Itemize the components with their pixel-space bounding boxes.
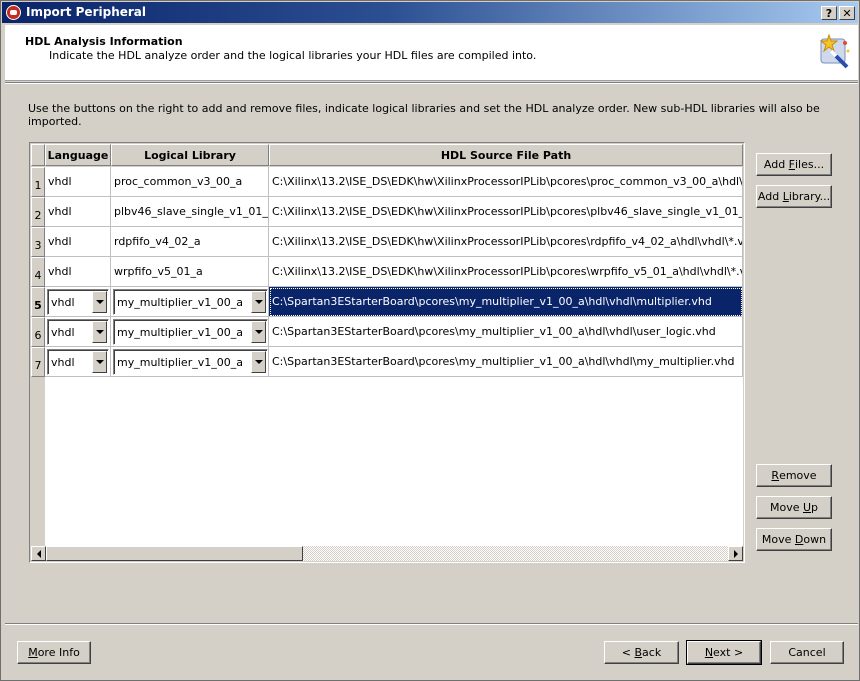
remove-button[interactable]: Remove: [756, 464, 832, 487]
remove-mnemonic: R: [771, 469, 780, 482]
column-header-logical-library[interactable]: Logical Library: [111, 144, 269, 166]
back-label-post: ack: [642, 646, 662, 659]
remove-label-post: emove: [779, 469, 817, 482]
chevron-down-icon[interactable]: [251, 351, 266, 373]
page-subtitle: Indicate the HDL analyze order and the l…: [49, 49, 537, 62]
language-cell[interactable]: vhdl: [45, 227, 111, 257]
move-up-button[interactable]: Move Up: [756, 496, 832, 519]
more-info-label-post: ore Info: [37, 646, 80, 659]
hdl-files-table: Language Logical Library HDL Source File…: [29, 142, 745, 563]
move-down-label-post: own: [803, 533, 827, 546]
close-button[interactable]: ✕: [839, 6, 855, 20]
import-peripheral-dialog: Import Peripheral ? ✕ HDL Analysis Infor…: [0, 0, 860, 681]
table-grid: Language Logical Library HDL Source File…: [31, 144, 743, 546]
library-cell[interactable]: wrpfifo_v5_01_a: [111, 257, 269, 287]
library-value: my_multiplier_v1_00_a: [117, 296, 243, 309]
language-cell[interactable]: vhdl: [45, 257, 111, 287]
corner-header: [31, 144, 45, 166]
language-value: vhdl: [51, 296, 75, 309]
scrollbar-thumb[interactable]: [46, 546, 303, 561]
add-files-button[interactable]: Add Files...: [756, 153, 832, 176]
column-header-source-path[interactable]: HDL Source File Path: [269, 144, 743, 166]
more-info-button[interactable]: More Info: [17, 641, 91, 664]
back-mnemonic: B: [634, 646, 643, 659]
source-path-cell[interactable]: C:\Spartan3EStarterBoard\pcores\my_multi…: [269, 287, 743, 317]
library-value: my_multiplier_v1_00_a: [117, 356, 243, 369]
page-title: HDL Analysis Information: [25, 35, 183, 48]
scrollbar-track[interactable]: [303, 546, 728, 561]
title-bar: Import Peripheral ? ✕: [2, 2, 858, 23]
language-value: vhdl: [51, 356, 75, 369]
library-cell[interactable]: plbv46_slave_single_v1_01_a: [111, 197, 269, 227]
chevron-down-icon[interactable]: [251, 291, 266, 313]
horizontal-scrollbar[interactable]: [31, 546, 743, 561]
chevron-down-icon[interactable]: [92, 351, 107, 373]
language-cell[interactable]: vhdl: [45, 197, 111, 227]
row-header[interactable]: 2: [31, 197, 45, 227]
source-path-cell[interactable]: C:\Spartan3EStarterBoard\pcores\my_multi…: [269, 317, 743, 347]
source-path-cell[interactable]: C:\Xilinx\13.2\ISE_DS\EDK\hw\XilinxProce…: [269, 227, 743, 257]
move-up-label-pre: Move: [769, 501, 803, 514]
library-cell[interactable]: rdpfifo_v4_02_a: [111, 227, 269, 257]
library-dropdown[interactable]: my_multiplier_v1_00_a: [113, 289, 268, 315]
add-files-label-post: iles...: [795, 158, 825, 171]
language-value: vhdl: [51, 326, 75, 339]
language-cell[interactable]: vhdl: [45, 167, 111, 197]
xilinx-app-icon: [6, 5, 21, 20]
source-path-cell[interactable]: C:\Xilinx\13.2\ISE_DS\EDK\hw\XilinxProce…: [269, 257, 743, 287]
source-path-cell[interactable]: C:\Xilinx\13.2\ISE_DS\EDK\hw\XilinxProce…: [269, 167, 743, 197]
table-empty-area: [45, 377, 743, 546]
add-library-label-post: ibrary...: [788, 190, 831, 203]
library-value: my_multiplier_v1_00_a: [117, 326, 243, 339]
library-dropdown[interactable]: my_multiplier_v1_00_a: [113, 319, 268, 345]
row-header[interactable]: 7: [31, 347, 45, 377]
window-title: Import Peripheral: [26, 5, 146, 19]
row-header[interactable]: 1: [31, 167, 45, 197]
back-label-pre: <: [621, 646, 635, 659]
chevron-down-icon[interactable]: [92, 321, 107, 343]
source-path-cell[interactable]: C:\Spartan3EStarterBoard\pcores\my_multi…: [269, 347, 743, 377]
library-dropdown[interactable]: my_multiplier_v1_00_a: [113, 349, 268, 375]
add-files-label-pre: Add: [763, 158, 789, 171]
next-button[interactable]: Next >: [686, 640, 762, 665]
wizard-header: HDL Analysis Information Indicate the HD…: [5, 25, 858, 81]
add-library-label-pre: Add: [757, 190, 783, 203]
chevron-down-icon[interactable]: [92, 291, 107, 313]
move-down-mnemonic: D: [794, 533, 804, 546]
next-label-post: ext >: [713, 646, 744, 659]
more-info-mnemonic: M: [28, 646, 38, 659]
row-header[interactable]: 5: [31, 287, 45, 317]
language-dropdown[interactable]: vhdl: [47, 349, 109, 375]
column-header-language[interactable]: Language: [45, 144, 111, 166]
instructions-text: Use the buttons on the right to add and …: [28, 102, 820, 128]
row-header[interactable]: 3: [31, 227, 45, 257]
move-up-label-post: p: [811, 501, 819, 514]
scroll-right-icon[interactable]: [728, 546, 743, 561]
back-button[interactable]: < Back: [604, 641, 679, 664]
chevron-down-icon[interactable]: [251, 321, 266, 343]
move-down-button[interactable]: Move Down: [756, 528, 832, 551]
row-header[interactable]: 6: [31, 317, 45, 347]
source-path-cell[interactable]: C:\Xilinx\13.2\ISE_DS\EDK\hw\XilinxProce…: [269, 197, 743, 227]
language-dropdown[interactable]: vhdl: [47, 289, 109, 315]
help-button[interactable]: ?: [821, 6, 837, 20]
scroll-left-icon[interactable]: [31, 546, 46, 561]
row-header[interactable]: 4: [31, 257, 45, 287]
cancel-button[interactable]: Cancel: [770, 641, 844, 664]
move-up-mnemonic: U: [802, 501, 812, 514]
wizard-magic-wand-icon: [819, 33, 850, 69]
library-cell[interactable]: proc_common_v3_00_a: [111, 167, 269, 197]
language-dropdown[interactable]: vhdl: [47, 319, 109, 345]
add-library-button[interactable]: Add Library...: [756, 185, 832, 208]
next-mnemonic: N: [704, 646, 714, 659]
footer-divider: [5, 623, 858, 625]
move-down-label-pre: Move: [761, 533, 795, 546]
header-divider: [5, 82, 858, 84]
